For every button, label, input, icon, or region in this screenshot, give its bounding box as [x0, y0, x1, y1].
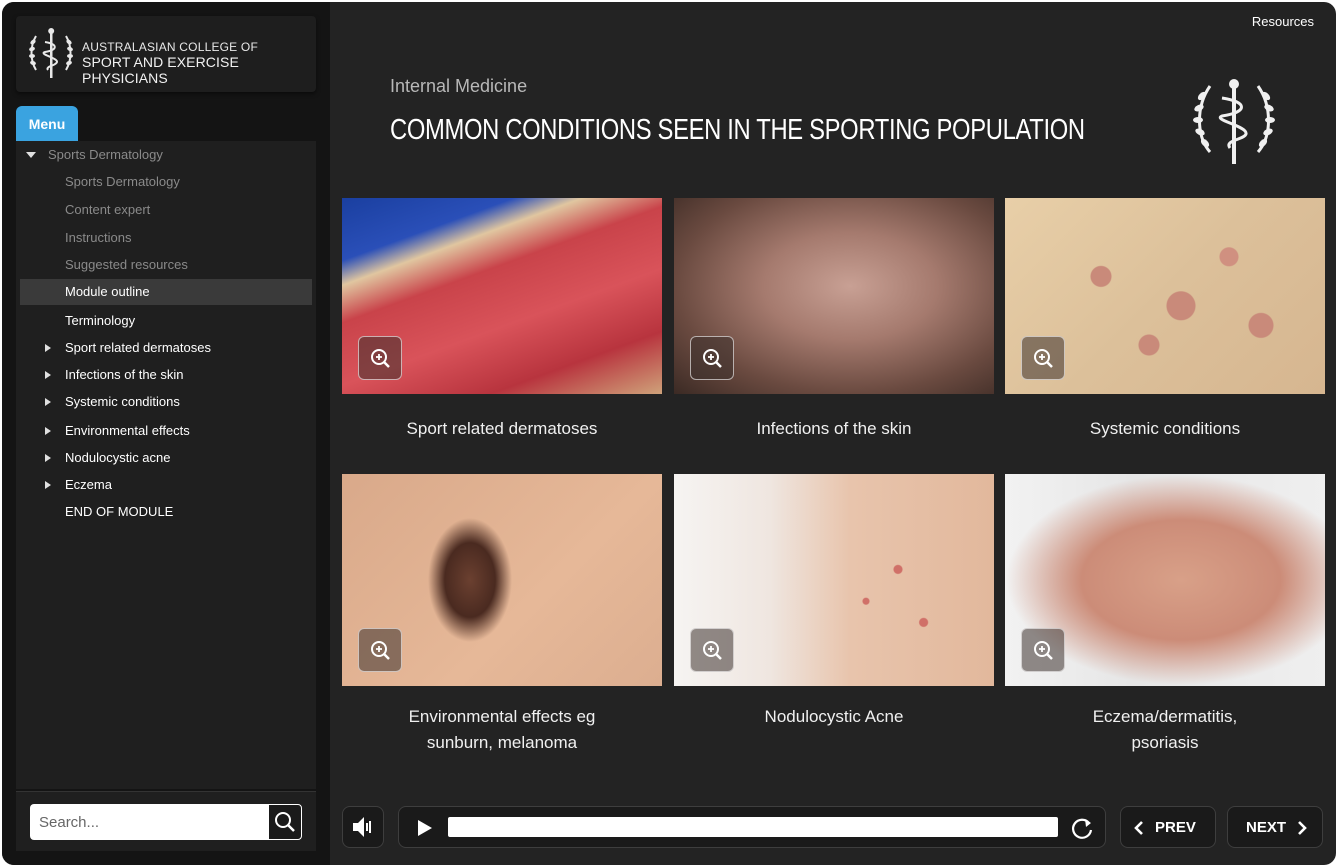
sidebar-item-nodulocystic-acne[interactable]: Nodulocystic acne	[20, 445, 312, 471]
page-title: COMMON CONDITIONS SEEN IN THE SPORTING P…	[390, 114, 1085, 146]
progress-bar[interactable]	[448, 817, 1058, 837]
sidebar-item-suggested-resources[interactable]: Suggested resources	[20, 252, 312, 278]
zoom-button[interactable]	[1021, 336, 1065, 380]
sidebar-item-instructions[interactable]: Instructions	[20, 225, 312, 251]
zoom-in-icon	[1034, 349, 1053, 368]
search-bar	[16, 791, 316, 851]
menu-panel: Sports Dermatology Sports Dermatology Co…	[16, 141, 316, 789]
card-caption-line2: sunburn, melanoma	[426, 733, 578, 752]
zoom-in-icon	[703, 641, 722, 660]
zoom-button[interactable]	[358, 628, 402, 672]
zoom-in-icon	[371, 641, 390, 660]
card-caption: Systemic conditions	[1089, 419, 1241, 438]
prev-button[interactable]: PREV	[1120, 806, 1216, 848]
college-logo: AUSTRALASIAN COLLEGE OF SPORT AND EXERCI…	[16, 16, 316, 92]
card-caption-line2: psoriasis	[1131, 733, 1199, 752]
card-caption-line1: Environmental effects eg	[408, 707, 596, 726]
chevron-right-icon	[45, 398, 51, 406]
card-caption-line1: Eczema/dermatitis,	[1092, 707, 1238, 726]
org-name-line1: AUSTRALASIAN COLLEGE OF	[82, 40, 258, 54]
zoom-in-icon	[1034, 641, 1053, 660]
chevron-right-icon	[45, 454, 51, 462]
caduceus-wreath-icon	[1193, 79, 1275, 164]
resources-link[interactable]: Resources	[1252, 14, 1314, 29]
prev-label: PREV	[1155, 819, 1196, 836]
sidebar-item-environmental-effects[interactable]: Environmental effects	[20, 418, 312, 444]
section-subtitle: Internal Medicine	[390, 76, 528, 96]
zoom-button[interactable]	[1021, 628, 1065, 672]
zoom-in-icon	[703, 349, 722, 368]
chevron-right-icon	[45, 427, 51, 435]
sidebar: AUSTRALASIAN COLLEGE OF SPORT AND EXERCI…	[2, 2, 330, 865]
sidebar-item-sports-dermatology[interactable]: Sports Dermatology	[20, 169, 312, 195]
chevron-right-icon	[1298, 821, 1307, 835]
sidebar-item-end-of-module[interactable]: END OF MODULE	[20, 499, 312, 525]
zoom-button[interactable]	[358, 336, 402, 380]
search-icon	[275, 812, 295, 832]
chevron-down-icon	[26, 152, 36, 158]
sidebar-item-sport-related-dermatoses[interactable]: Sport related dermatoses	[20, 335, 312, 361]
sidebar-item-content-expert[interactable]: Content expert	[20, 197, 312, 223]
zoom-button[interactable]	[690, 336, 734, 380]
card-caption: Sport related dermatoses	[406, 419, 598, 438]
replay-icon[interactable]	[1067, 813, 1097, 843]
speaker-icon	[353, 817, 371, 837]
sidebar-item-module-outline[interactable]: Module outline	[20, 279, 312, 305]
app-window: AUSTRALASIAN COLLEGE OF SPORT AND EXERCI…	[2, 2, 1336, 865]
sidebar-item-eczema[interactable]: Eczema	[20, 472, 312, 498]
card-caption: Infections of the skin	[756, 419, 912, 438]
sidebar-item-terminology[interactable]: Terminology	[20, 308, 312, 334]
chevron-left-icon	[1134, 821, 1143, 835]
card-caption: Nodulocystic Acne	[764, 707, 904, 726]
chevron-right-icon	[45, 481, 51, 489]
sidebar-item-infections-of-the-skin[interactable]: Infections of the skin	[20, 362, 312, 388]
search-input[interactable]	[30, 804, 268, 840]
zoom-button[interactable]	[690, 628, 734, 672]
chevron-right-icon	[45, 344, 51, 352]
sidebar-item-systemic-conditions[interactable]: Systemic conditions	[20, 389, 312, 415]
org-name-line2: SPORT AND EXERCISE PHYSICIANS	[82, 54, 239, 86]
zoom-in-icon	[371, 349, 390, 368]
volume-button[interactable]	[342, 806, 384, 848]
caduceus-wreath-icon	[29, 28, 73, 78]
chevron-right-icon	[45, 371, 51, 379]
search-button[interactable]	[268, 804, 302, 840]
play-icon[interactable]	[409, 813, 439, 843]
next-label: NEXT	[1246, 819, 1287, 836]
menu-tab[interactable]: Menu	[16, 106, 78, 142]
sidebar-item-sports-dermatology-section[interactable]: Sports Dermatology	[20, 142, 312, 168]
next-button[interactable]: NEXT	[1227, 806, 1323, 848]
